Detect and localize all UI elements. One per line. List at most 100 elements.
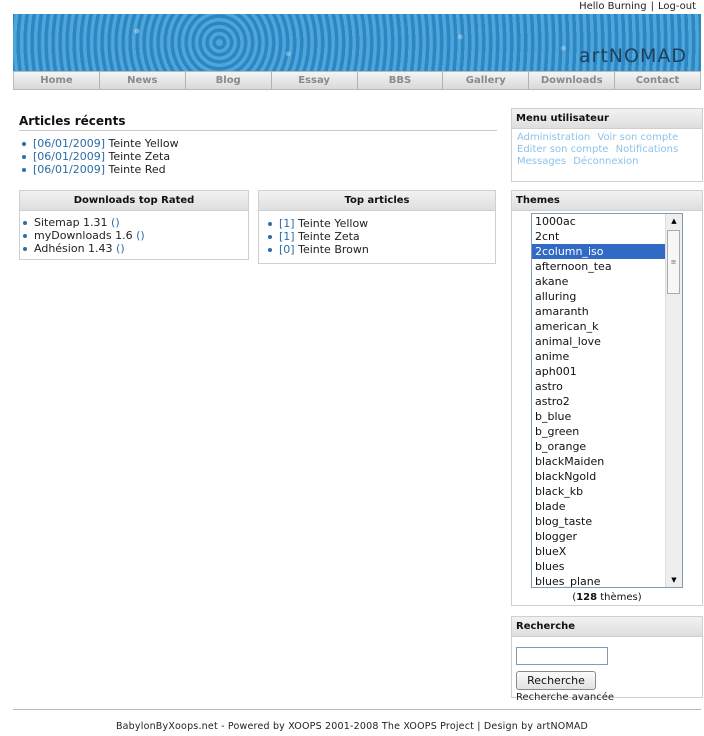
theme-option[interactable]: 2column_iso	[532, 244, 666, 259]
article-date-link[interactable]: [06/01/2009]	[33, 163, 105, 176]
userbar-separator: |	[650, 1, 654, 12]
nav-contact[interactable]: Contact	[615, 72, 700, 89]
theme-option[interactable]: blueX	[532, 544, 666, 559]
theme-option[interactable]: amaranth	[532, 304, 666, 319]
logout-link[interactable]: Log-out	[658, 1, 696, 12]
downloads-block-title: Downloads top Rated	[20, 191, 248, 211]
greeting-text: Hello Burning	[579, 1, 647, 12]
nav-news[interactable]: News	[100, 72, 186, 89]
article-title: Teinte Brown	[298, 243, 369, 256]
top-articles-title: Top articles	[259, 191, 495, 211]
count-suffix: thèmes)	[597, 592, 642, 603]
theme-option[interactable]: blackNgold	[532, 469, 666, 484]
theme-option[interactable]: b_orange	[532, 439, 666, 454]
list-item: Adhésion 1.43 ()	[23, 242, 248, 255]
count-number: 128	[576, 592, 598, 603]
download-rating-link[interactable]: ()	[111, 216, 120, 229]
theme-option[interactable]: blade	[532, 499, 666, 514]
list-item: [1] Teinte Yellow	[268, 217, 495, 230]
themes-title: Themes	[512, 191, 702, 211]
site-banner: artNOMAD	[13, 14, 701, 72]
article-count-link[interactable]: [1]	[279, 217, 295, 230]
theme-option[interactable]: blog_taste	[532, 514, 666, 529]
top-articles-block: Top articles [1] Teinte Yellow [1] Teint…	[258, 190, 496, 264]
theme-option[interactable]: b_green	[532, 424, 666, 439]
downloads-block: Downloads top Rated Sitemap 1.31 () myDo…	[19, 190, 249, 260]
recent-articles: Articles récents [06/01/2009] Teinte Yel…	[19, 114, 497, 176]
footer-divider	[13, 709, 701, 710]
scroll-thumb[interactable]: ≡	[667, 230, 680, 294]
download-name[interactable]: Sitemap 1.31	[34, 216, 108, 229]
list-item: [06/01/2009] Teinte Red	[22, 163, 497, 176]
theme-option[interactable]: blues_plane	[532, 574, 666, 587]
download-name[interactable]: Adhésion 1.43	[34, 242, 113, 255]
theme-option[interactable]: b_blue	[532, 409, 666, 424]
search-input[interactable]	[516, 647, 608, 665]
nav-bbs[interactable]: BBS	[358, 72, 444, 89]
theme-option[interactable]: alluring	[532, 289, 666, 304]
nav-downloads[interactable]: Downloads	[529, 72, 616, 89]
scroll-down-icon[interactable]: ▼	[666, 573, 682, 587]
theme-option[interactable]: anime	[532, 349, 666, 364]
download-name[interactable]: myDownloads 1.6	[34, 229, 133, 242]
notifications-link[interactable]: Notifications	[616, 144, 679, 155]
main-nav: Home News Blog Essay BBS Gallery Downloa…	[13, 71, 701, 90]
article-count-link[interactable]: [1]	[279, 230, 295, 243]
theme-option[interactable]: afternoon_tea	[532, 259, 666, 274]
themes-block: Themes 1000ac 2cnt 2column_iso afternoon_te…	[511, 190, 703, 606]
list-item: [06/01/2009] Teinte Zeta	[22, 150, 497, 163]
recent-articles-title: Articles récents	[19, 114, 497, 131]
article-title: Teinte Yellow	[298, 217, 369, 230]
theme-option[interactable]: akane	[532, 274, 666, 289]
theme-option[interactable]: 2cnt	[532, 229, 666, 244]
messages-link[interactable]: Messages	[517, 156, 566, 167]
download-rating-link[interactable]: ()	[116, 242, 125, 255]
nav-home[interactable]: Home	[14, 72, 100, 89]
advanced-search-link[interactable]: Recherche avancée	[516, 692, 614, 703]
user-menu-block: Menu utilisateur Administration Voir son…	[511, 108, 703, 182]
theme-option[interactable]: blues	[532, 559, 666, 574]
user-bar: Hello Burning | Log-out	[579, 0, 696, 13]
theme-option[interactable]: american_k	[532, 319, 666, 334]
theme-option[interactable]: blogger	[532, 529, 666, 544]
search-title: Recherche	[512, 617, 702, 637]
nav-gallery[interactable]: Gallery	[443, 72, 530, 89]
article-title: Teinte Zeta	[298, 230, 360, 243]
list-item: [06/01/2009] Teinte Yellow	[22, 137, 497, 150]
theme-option[interactable]: astro	[532, 379, 666, 394]
list-item: [1] Teinte Zeta	[268, 230, 495, 243]
themes-select[interactable]: 1000ac 2cnt 2column_iso afternoon_tea akane a…	[531, 213, 683, 588]
themes-scrollbar[interactable]: ▲ ≡ ▼	[665, 214, 682, 587]
theme-option[interactable]: blackMaiden	[532, 454, 666, 469]
article-title: Teinte Zeta	[108, 150, 171, 163]
admin-link[interactable]: Administration	[517, 132, 590, 143]
article-date-link[interactable]: [06/01/2009]	[33, 150, 105, 163]
theme-option[interactable]: astro2	[532, 394, 666, 409]
search-button[interactable]: Recherche	[516, 671, 596, 690]
list-item: [0] Teinte Brown	[268, 243, 495, 256]
article-title: Teinte Red	[108, 163, 166, 176]
nav-blog[interactable]: Blog	[186, 72, 272, 89]
edit-account-link[interactable]: Editer son compte	[517, 144, 608, 155]
theme-option[interactable]: 1000ac	[532, 214, 666, 229]
theme-option[interactable]: black_kb	[532, 484, 666, 499]
list-item: Sitemap 1.31 ()	[23, 216, 248, 229]
site-logo[interactable]: artNOMAD	[579, 45, 687, 67]
user-menu-links: Administration Voir son compte Editer so…	[512, 129, 702, 171]
themes-options: 1000ac 2cnt 2column_iso afternoon_tea akane a…	[532, 214, 666, 587]
logout-menu-link[interactable]: Déconnexion	[573, 156, 638, 167]
user-menu-title: Menu utilisateur	[512, 109, 702, 129]
download-rating-link[interactable]: ()	[136, 229, 145, 242]
article-count-link[interactable]: [0]	[279, 243, 295, 256]
article-date-link[interactable]: [06/01/2009]	[33, 137, 105, 150]
search-block: Recherche Recherche Recherche avancée	[511, 616, 703, 703]
theme-option[interactable]: aph001	[532, 364, 666, 379]
themes-count: (128 thèmes)	[512, 592, 702, 603]
list-item: myDownloads 1.6 ()	[23, 229, 248, 242]
view-account-link[interactable]: Voir son compte	[597, 132, 678, 143]
nav-essay[interactable]: Essay	[272, 72, 358, 89]
footer-text: BabylonByXoops.net - Powered by XOOPS 20…	[115, 721, 589, 732]
theme-option[interactable]: animal_love	[532, 334, 666, 349]
article-title: Teinte Yellow	[108, 137, 179, 150]
scroll-up-icon[interactable]: ▲	[666, 214, 682, 228]
